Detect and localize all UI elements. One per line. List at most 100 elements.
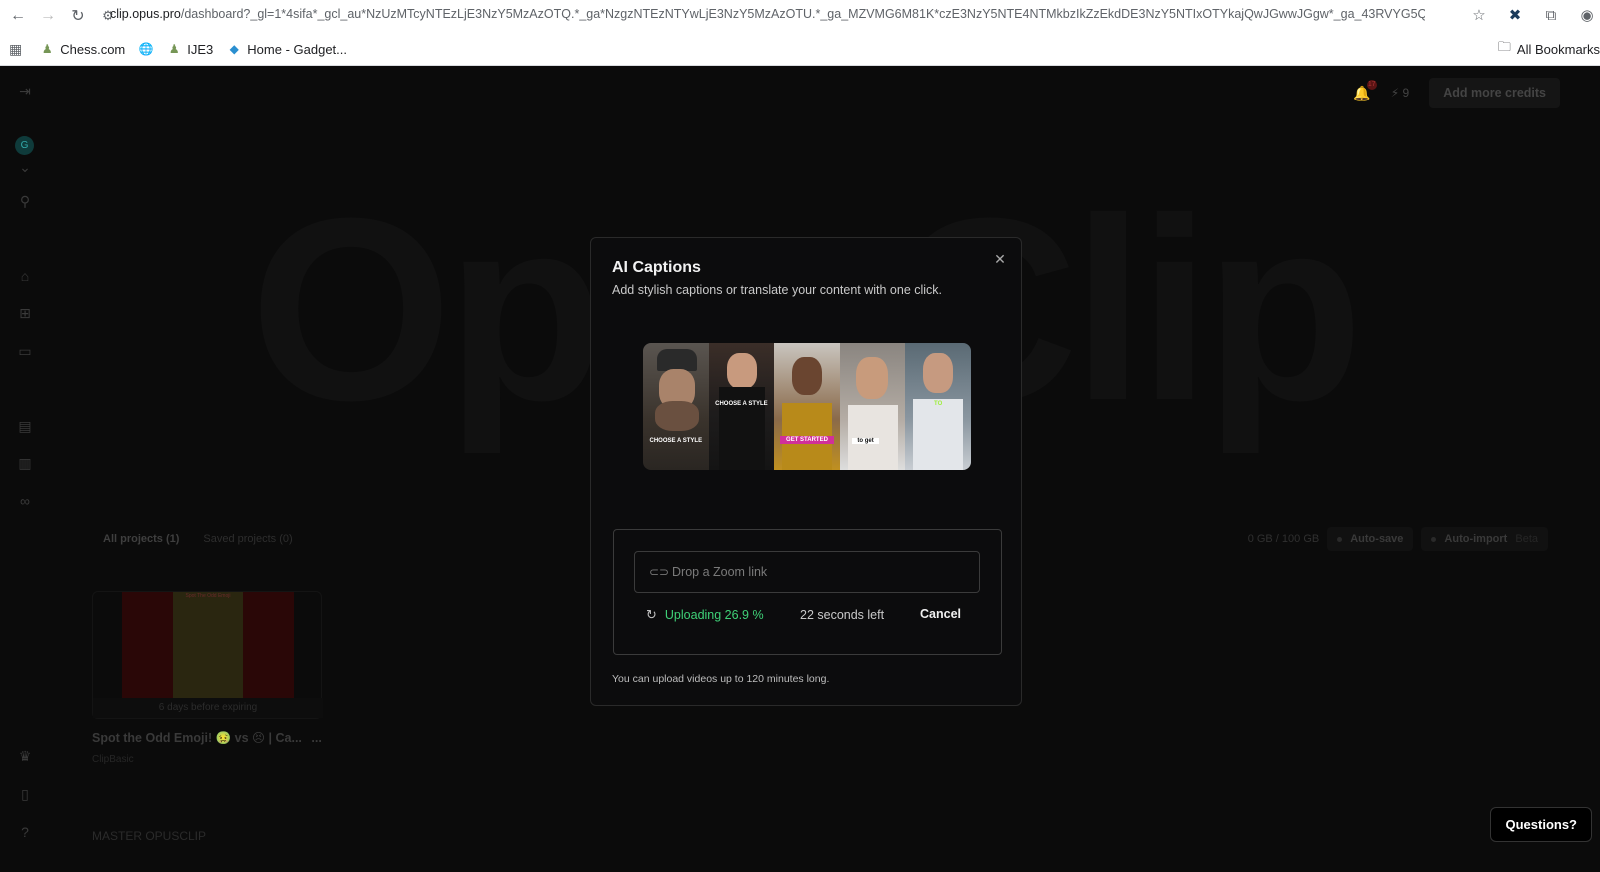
url-field[interactable]: clip.opus.pro/dashboard?_gl=1*4sifa*_gcl… [110,7,1425,21]
all-bookmarks[interactable]: 🗀 All Bookmarks [1498,36,1600,62]
bookmark-globe[interactable]: 🌐 [138,42,154,56]
project-tabs: All projects (1) Saved projects (0) [103,533,293,545]
apps-icon[interactable]: ⊞ [16,304,34,322]
project-card[interactable]: Spot The Odd Emoji 6 days before expirin… [92,591,323,719]
storage-bar: 0 GB / 100 GB Auto-save Auto-import Beta [1248,527,1548,551]
caption-examples-image: CHOOSE A STYLE CHOOSE A STYLE GET STARTE… [643,343,971,470]
caption-sample: GET STARTED [780,436,834,444]
help-icon[interactable]: ? [16,823,34,841]
spinner-icon: ↻ [646,607,657,622]
bookmark-label: IJE3 [187,41,214,57]
caption-sample: CHOOSE A STYLE [649,438,703,444]
profile-icon[interactable]: ◉ [1574,2,1600,28]
example-frame: TO [905,343,971,470]
project-title[interactable]: Spot the Odd Emoji! 🤢 vs 😣 | Ca... ... [92,730,322,746]
questions-button[interactable]: Questions? [1490,807,1592,842]
chevron-down-icon[interactable]: ⌄ [16,158,34,176]
face-shape [923,353,954,393]
auto-import-label: Auto-import [1444,533,1508,545]
auto-import-toggle[interactable]: Auto-import Beta [1421,527,1548,551]
top-right-toolbar: 🔔 17 ⚡ 9 Add more credits [1353,78,1560,108]
bookmarks-bar: ▦ ♟ Chess.com 🌐 ♟ IJE3 ◆ Home - Gadget... 🗀… [0,36,1600,62]
zoom-link-field[interactable]: ⊂⊃ [634,551,980,593]
calendar-icon[interactable]: ▤ [16,417,34,435]
chess-pawn-icon: ♟ [41,42,53,56]
globe-icon: 🌐 [138,42,154,56]
bell-icon[interactable]: 🔔 17 [1353,79,1377,102]
beard-shape [655,401,699,431]
back-icon[interactable]: ← [3,1,33,31]
link-icon: ⊂⊃ [649,565,670,579]
example-frame: CHOOSE A STYLE [643,343,709,470]
upload-dropzone[interactable]: ⊂⊃ ↻ Uploading 26.9 % 22 seconds left Ca… [613,529,1002,655]
avatar[interactable]: G [15,136,34,155]
example-frame: CHOOSE A STYLE [708,343,775,470]
folder-icon: 🗀 [1497,39,1511,54]
storage-usage: 0 GB / 100 GB [1247,533,1320,545]
modal-subtitle: Add stylish captions or translate your c… [612,283,943,297]
upload-status: ↻ Uploading 26.9 % 22 seconds left [646,607,884,623]
tab-all-projects[interactable]: All projects (1) [103,533,179,545]
book-icon[interactable]: ▯ [16,785,34,803]
caption-sample: TO [934,401,943,407]
link-icon[interactable]: ∞ [16,492,34,510]
forward-icon[interactable]: → [33,1,63,31]
crown-icon[interactable]: ♛ [16,747,34,765]
face-shape [726,353,757,389]
lightning-icon: ⚡ [1390,86,1400,100]
ai-captions-modal: AI Captions Add stylish captions or tran… [590,237,1022,706]
puzzle-icon[interactable]: ⧉ [1538,2,1564,28]
bookmark-chess[interactable]: ♟ Chess.com [40,42,125,57]
all-bookmarks-label: All Bookmarks [1516,41,1600,57]
project-title-text: Spot the Odd Emoji! 🤢 vs 😣 | Ca... [92,731,302,745]
upload-progress: Uploading 26.9 % [664,608,764,622]
example-frame: to get [839,343,906,470]
home-icon[interactable]: ⌂ [16,267,34,285]
beta-badge: Beta [1515,533,1538,545]
caption-sample: to get [851,438,880,444]
sidebar: ⇥ G ⌄ ⚲ ⌂ ⊞ ▭ ▤ ▥ ∞ ♛ ▯ ? [0,66,50,872]
collapse-sidebar-icon[interactable]: ⇥ [16,82,34,100]
diamond-icon: ◆ [229,42,239,56]
thumbnail-emoji-grid [173,592,243,700]
chess-pawn-icon: ♟ [168,42,180,56]
add-credits-button[interactable]: Add more credits [1429,78,1560,108]
extension-x-icon[interactable]: ✖ [1502,2,1528,28]
tab-saved-projects[interactable]: Saved projects (0) [203,533,292,545]
cancel-upload-button[interactable]: Cancel [920,607,961,621]
address-bar-row: ← → ↻ ⚙ clip.opus.pro/dashboard?_gl=1*4s… [0,0,1600,32]
status-dot [1337,536,1343,542]
bookmark-gadget[interactable]: ◆ Home - Gadget... [227,42,347,57]
add-user-icon[interactable]: ⚲ [16,192,34,210]
face-shape [855,357,888,399]
close-icon[interactable]: ✕ [992,251,1008,267]
reload-icon[interactable]: ↻ [63,1,93,31]
bookmark-label: Chess.com [60,41,126,57]
status-dot [1431,536,1437,542]
project-template: ClipBasic [92,754,134,765]
bookmark-ije3[interactable]: ♟ IJE3 [167,42,213,57]
more-options-icon[interactable]: ... [311,731,321,745]
hat-shape [657,349,697,371]
auto-save-toggle[interactable]: Auto-save [1327,527,1414,551]
zoom-link-input[interactable] [672,552,972,592]
analytics-icon[interactable]: ▥ [16,454,34,472]
apps-grid-icon[interactable]: ▦ [9,41,22,58]
url-host: clip.opus.pro [110,7,181,21]
url-path: /dashboard?_gl=1*4sifa*_gcl_au*NzUzMTcyN… [180,7,1425,21]
shirt-shape [718,387,765,470]
credits-value: 9 [1402,86,1410,100]
modal-title: AI Captions [612,259,701,276]
folder-icon[interactable]: ▭ [16,342,34,360]
upload-limit-note: You can upload videos up to 120 minutes … [612,673,830,685]
thumbnail-banner: Spot The Odd Emoji [185,593,231,599]
example-frame: GET STARTED [774,343,840,470]
auto-save-label: Auto-save [1350,533,1404,545]
star-icon[interactable]: ☆ [1466,2,1492,28]
time-remaining: 22 seconds left [800,608,885,622]
face-shape [792,357,823,395]
expiry-label: 6 days before expiring [93,698,323,718]
shirt-shape [913,399,964,470]
caption-sample: CHOOSE A STYLE [715,401,768,407]
project-thumbnail: Spot The Odd Emoji [122,592,294,700]
